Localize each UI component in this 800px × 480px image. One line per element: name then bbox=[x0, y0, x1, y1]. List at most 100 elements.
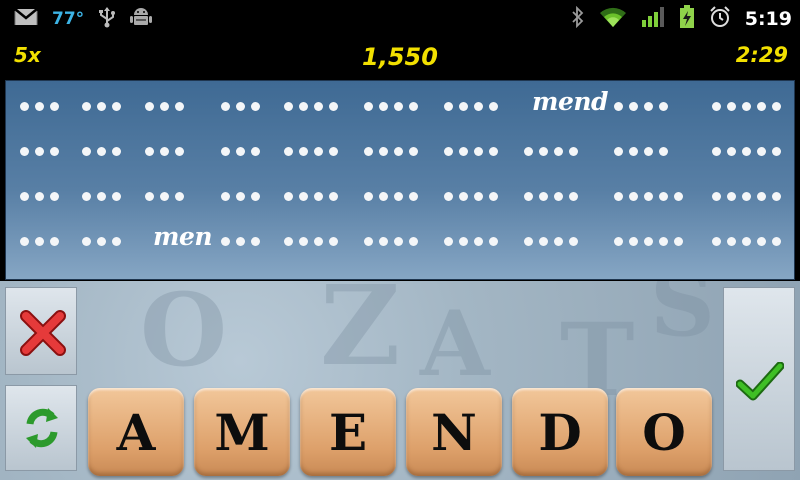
letter-dot bbox=[772, 236, 781, 246]
score-value: 1,550 bbox=[362, 43, 438, 71]
background-letter: S bbox=[650, 281, 715, 357]
letter-dot bbox=[772, 101, 781, 111]
letter-dot bbox=[329, 146, 338, 156]
hidden-word-slot bbox=[712, 136, 781, 166]
letter-dot bbox=[772, 191, 781, 201]
letter-dot bbox=[299, 236, 308, 246]
letter-dot bbox=[474, 236, 483, 246]
letter-dot bbox=[444, 146, 453, 156]
word-row bbox=[6, 181, 794, 211]
letter-dot bbox=[629, 146, 638, 156]
hidden-word-slot bbox=[82, 181, 121, 211]
letter-dot bbox=[629, 191, 638, 201]
shuffle-button[interactable] bbox=[5, 385, 77, 471]
tile-letter: E bbox=[328, 402, 368, 462]
hidden-word-slot bbox=[221, 181, 260, 211]
letter-dot bbox=[394, 191, 403, 201]
tile-letter: D bbox=[538, 402, 582, 462]
letter-dot bbox=[97, 101, 106, 111]
android-debug-icon bbox=[130, 6, 153, 32]
letter-dot bbox=[97, 146, 106, 156]
letter-dot bbox=[614, 146, 623, 156]
letter-dot bbox=[712, 101, 721, 111]
letter-dot bbox=[379, 146, 388, 156]
letter-dot bbox=[379, 191, 388, 201]
letter-dot bbox=[97, 191, 106, 201]
status-clock: 5:19 bbox=[744, 8, 792, 30]
letter-dot bbox=[394, 146, 403, 156]
hidden-word-slot bbox=[524, 181, 578, 211]
background-letter: A bbox=[420, 291, 490, 397]
found-word: men bbox=[153, 222, 213, 251]
letter-dot bbox=[145, 191, 154, 201]
letter-dot bbox=[409, 101, 418, 111]
score-bar: 5x 1,550 2:29 bbox=[0, 38, 800, 78]
letter-dot bbox=[112, 191, 121, 201]
hidden-word-slot bbox=[364, 226, 418, 256]
letter-dot bbox=[299, 101, 308, 111]
letter-dot bbox=[236, 101, 245, 111]
background-letter: O bbox=[140, 281, 228, 389]
letter-tile[interactable]: D bbox=[512, 388, 608, 476]
letter-dot bbox=[629, 236, 638, 246]
letter-dot bbox=[284, 146, 293, 156]
letter-dot bbox=[659, 146, 668, 156]
letter-dot bbox=[539, 146, 548, 156]
letter-dot bbox=[160, 191, 169, 201]
hidden-word-slot bbox=[524, 136, 578, 166]
letter-dot bbox=[175, 191, 184, 201]
letter-dot bbox=[712, 236, 721, 246]
letter-dot bbox=[629, 101, 638, 111]
hidden-word-slot bbox=[82, 226, 121, 256]
letter-dot bbox=[644, 101, 653, 111]
hidden-word-slot bbox=[20, 181, 59, 211]
wifi-icon bbox=[599, 6, 627, 32]
hidden-word-slot bbox=[284, 226, 338, 256]
letter-tile[interactable]: E bbox=[300, 388, 396, 476]
letter-dot bbox=[727, 191, 736, 201]
letter-dot bbox=[35, 101, 44, 111]
letter-dot bbox=[659, 191, 668, 201]
alarm-icon bbox=[709, 6, 731, 32]
letter-dot bbox=[409, 236, 418, 246]
hidden-word-slot bbox=[444, 91, 498, 121]
letter-dot bbox=[299, 146, 308, 156]
letter-dot bbox=[489, 236, 498, 246]
hidden-word-slot bbox=[712, 91, 781, 121]
hidden-word-slot bbox=[364, 181, 418, 211]
letter-dot bbox=[314, 236, 323, 246]
letter-dot bbox=[727, 236, 736, 246]
letter-dot bbox=[379, 236, 388, 246]
letter-dot bbox=[50, 101, 59, 111]
letter-tile[interactable]: O bbox=[616, 388, 712, 476]
letter-dot bbox=[236, 146, 245, 156]
hidden-word-slot bbox=[221, 91, 260, 121]
letter-dot bbox=[251, 146, 260, 156]
letter-dot bbox=[221, 236, 230, 246]
letter-dot bbox=[82, 146, 91, 156]
letter-tile[interactable]: A bbox=[88, 388, 184, 476]
letter-dot bbox=[394, 236, 403, 246]
hidden-word-slot bbox=[614, 181, 683, 211]
letter-dot bbox=[727, 146, 736, 156]
letter-dot bbox=[772, 146, 781, 156]
letter-dot bbox=[742, 101, 751, 111]
battery-charging-icon bbox=[679, 5, 695, 33]
play-area: Z A T O S A M E N D O bbox=[0, 281, 800, 480]
hidden-word-slot bbox=[221, 226, 260, 256]
letter-tile[interactable]: N bbox=[406, 388, 502, 476]
hidden-word-slot bbox=[364, 91, 418, 121]
bluetooth-icon bbox=[571, 5, 585, 32]
clear-button[interactable] bbox=[5, 287, 77, 375]
submit-word-button[interactable] bbox=[723, 287, 795, 471]
hidden-word-slot bbox=[444, 136, 498, 166]
hidden-word-slot bbox=[284, 181, 338, 211]
signal-icon bbox=[641, 6, 665, 32]
letter-dot bbox=[489, 101, 498, 111]
letter-dot bbox=[112, 236, 121, 246]
letter-dot bbox=[364, 236, 373, 246]
letter-tile[interactable]: M bbox=[194, 388, 290, 476]
letter-dot bbox=[727, 101, 736, 111]
word-row: men bbox=[6, 222, 794, 256]
hidden-word-slot bbox=[614, 226, 683, 256]
